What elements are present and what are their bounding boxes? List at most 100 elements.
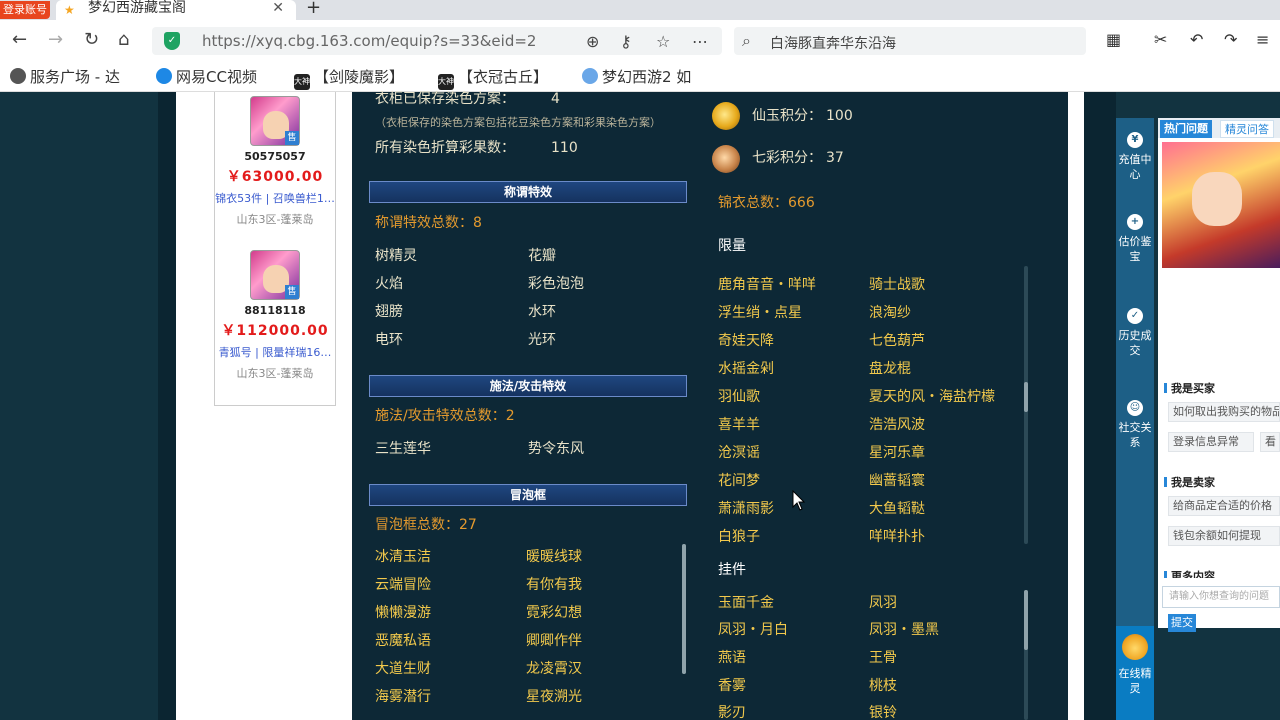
right-border xyxy=(1068,92,1084,720)
title-effect-item: 火焰 xyxy=(375,276,403,292)
paw-icon xyxy=(582,68,598,84)
sale-badge: 售 xyxy=(285,131,299,145)
recharge-center-link[interactable]: ¥ 充值中心 xyxy=(1116,132,1154,182)
bookmark-service[interactable]: 服务广场 - 达 xyxy=(10,67,120,87)
limited-item: 白狼子 xyxy=(718,529,760,545)
dye-total-value: 110 xyxy=(551,140,578,156)
bubble-item: 龙凌霄汉 xyxy=(526,661,582,677)
bubble-item: 星夜溯光 xyxy=(526,689,582,705)
home-icon[interactable]: ⌂ xyxy=(118,30,129,50)
history-deals-link[interactable]: ✓ 历史成交 xyxy=(1116,308,1154,358)
zoom-icon[interactable]: ⊕ xyxy=(586,32,599,51)
spell-effects-total: 施法/攻击特效总数：2 xyxy=(375,408,515,424)
pendant-scrollbar[interactable] xyxy=(1024,590,1028,720)
right-strip xyxy=(1084,92,1116,720)
bubbles-scrollbar[interactable] xyxy=(682,544,686,674)
login-account-badge[interactable]: 登录账号 xyxy=(0,1,50,19)
bookmark-yiguan[interactable]: 大神 【衣冠古丘】 xyxy=(438,67,548,90)
cut-icon[interactable]: ✂ xyxy=(1154,30,1167,49)
redo-icon[interactable]: ↷ xyxy=(1224,30,1237,49)
menu-icon[interactable]: ≡ xyxy=(1256,30,1269,49)
wardrobe-saved-value: 4 xyxy=(551,91,560,107)
bubble-item: 恶魔私语 xyxy=(375,633,431,649)
pendant-item: 凤羽・月白 xyxy=(718,622,788,638)
grid-icon[interactable]: ▦ xyxy=(1106,30,1121,49)
bubbles-header: 冒泡框 xyxy=(369,484,687,506)
help-submit-button[interactable]: 提交 xyxy=(1168,614,1196,632)
role-avatar[interactable]: 售 xyxy=(250,96,300,146)
undo-icon[interactable]: ↶ xyxy=(1190,30,1203,49)
active-tab[interactable]: ★ 梦幻西游藏宝阁 ✕ xyxy=(56,0,296,20)
title-effect-item: 水环 xyxy=(528,304,556,320)
social-icon: ☺ xyxy=(1127,400,1143,416)
pendant-item: 凤羽・墨黑 xyxy=(869,622,939,638)
limited-item: 水摇金剁 xyxy=(718,361,774,377)
limited-item: 盘龙棍 xyxy=(869,361,911,377)
title-effects-total: 称谓特效总数：8 xyxy=(375,215,482,231)
help-question-input[interactable]: 请输入你想查询的问题 xyxy=(1162,586,1280,608)
limited-item: 浪淘纱 xyxy=(869,305,911,321)
pendant-item: 影刃 xyxy=(718,705,746,720)
listing-card[interactable]: 售 88118118 ￥112000.00 青狐号 | 限量祥瑞16… 山东3区… xyxy=(215,250,335,381)
limited-header: 限量 xyxy=(718,238,746,254)
limited-item: 咩咩扑扑 xyxy=(869,529,925,545)
dashen-logo-icon: 大神 xyxy=(294,74,310,90)
role-avatar[interactable]: 售 xyxy=(250,250,300,300)
tab-close-icon[interactable]: ✕ xyxy=(272,0,284,16)
star-icon[interactable]: ☆ xyxy=(656,32,670,51)
qicai-value: 37 xyxy=(826,150,844,166)
qicai-label: 七彩积分： xyxy=(752,150,822,166)
title-effect-item: 光环 xyxy=(528,332,556,348)
address-bar[interactable]: ✓ https://xyq.cbg.163.com/equip?s=33&eid… xyxy=(152,27,722,55)
cc-watermark-logo: CC直播 xyxy=(1072,60,1177,95)
listing-server: 山东3区-蓬莱岛 xyxy=(236,367,314,380)
help-panel: 热门问题 精灵问答 我是买家 如何取出我购买的物品 登录信息异常 看 我是卖家 … xyxy=(1158,118,1280,628)
back-arrow-icon[interactable]: ← xyxy=(12,30,27,50)
buyer-question[interactable]: 如何取出我购买的物品 xyxy=(1168,402,1280,422)
limited-item: 喜羊羊 xyxy=(718,417,760,433)
limited-item: 浮生绡・点星 xyxy=(718,305,802,321)
title-effects-header: 称谓特效 xyxy=(369,181,687,203)
pendant-item: 玉面千金 xyxy=(718,595,774,611)
listing-tags[interactable]: 锦衣53件 | 召唤兽栏1… xyxy=(215,190,335,206)
url-text[interactable]: https://xyq.cbg.163.com/equip?s=33&eid=2 xyxy=(202,32,536,50)
seller-question[interactable]: 钱包余额如何提现 xyxy=(1168,526,1280,546)
forward-arrow-icon[interactable]: → xyxy=(48,30,63,50)
bubbles-total: 冒泡框总数：27 xyxy=(375,517,477,533)
left-border xyxy=(158,92,176,720)
bookmark-cc[interactable]: 网易CC视频 xyxy=(156,67,257,87)
key-icon[interactable]: ⚷ xyxy=(620,32,632,51)
reload-icon[interactable]: ↻ xyxy=(84,30,99,50)
bubbles-scroll-thumb[interactable] xyxy=(682,544,686,674)
history-icon: ✓ xyxy=(1127,308,1143,324)
more-dots-icon[interactable]: ⋯ xyxy=(692,32,708,51)
security-shield-icon: ✓ xyxy=(164,32,180,50)
wardrobe-note: （衣柜保存的染色方案包括花豆染色方案和彩果染色方案） xyxy=(375,116,661,129)
tab-helper-qa[interactable]: 精灵问答 xyxy=(1220,120,1274,138)
social-link[interactable]: ☺ 社交关系 xyxy=(1116,400,1154,450)
pendant-item: 凤羽 xyxy=(869,595,897,611)
xianyu-medal-icon xyxy=(712,102,740,130)
listing-price: ￥112000.00 xyxy=(221,323,329,339)
buyer-question[interactable]: 看 xyxy=(1260,432,1280,452)
tab-hot-questions[interactable]: 热门问题 xyxy=(1160,120,1212,138)
qicai-medal-icon xyxy=(712,145,740,173)
new-tab-button[interactable]: + xyxy=(306,0,321,18)
listing-card[interactable]: 售 50575057 ￥63000.00 锦衣53件 | 召唤兽栏1… 山东3区… xyxy=(215,96,335,227)
limited-item: 鹿角音音・咩咩 xyxy=(718,277,816,293)
limited-scroll-thumb[interactable] xyxy=(1024,382,1028,412)
pendant-scroll-thumb[interactable] xyxy=(1024,590,1028,650)
bookmark-xyq2[interactable]: 梦幻西游2 如 xyxy=(582,67,691,87)
bookmark-jianling[interactable]: 大神 【剑陵魔影】 xyxy=(294,67,404,90)
listing-tags[interactable]: 青狐号 | 限量祥瑞16… xyxy=(215,344,335,360)
limited-scrollbar[interactable] xyxy=(1024,266,1028,544)
search-box[interactable]: ⌕ 白海豚直奔华东沿海 xyxy=(734,27,1086,55)
buyer-question[interactable]: 登录信息异常 xyxy=(1168,432,1254,452)
search-text[interactable]: 白海豚直奔华东沿海 xyxy=(770,33,896,53)
limited-item: 萧潇雨影 xyxy=(718,501,774,517)
online-helper-button[interactable]: 在线精灵 xyxy=(1116,626,1154,720)
appraisal-link[interactable]: + 估价鉴宝 xyxy=(1116,214,1154,264)
seller-question[interactable]: 给商品定合适的价格 xyxy=(1168,496,1280,516)
bubble-item: 懒懒漫游 xyxy=(375,605,431,621)
help-banner-image xyxy=(1162,142,1280,268)
